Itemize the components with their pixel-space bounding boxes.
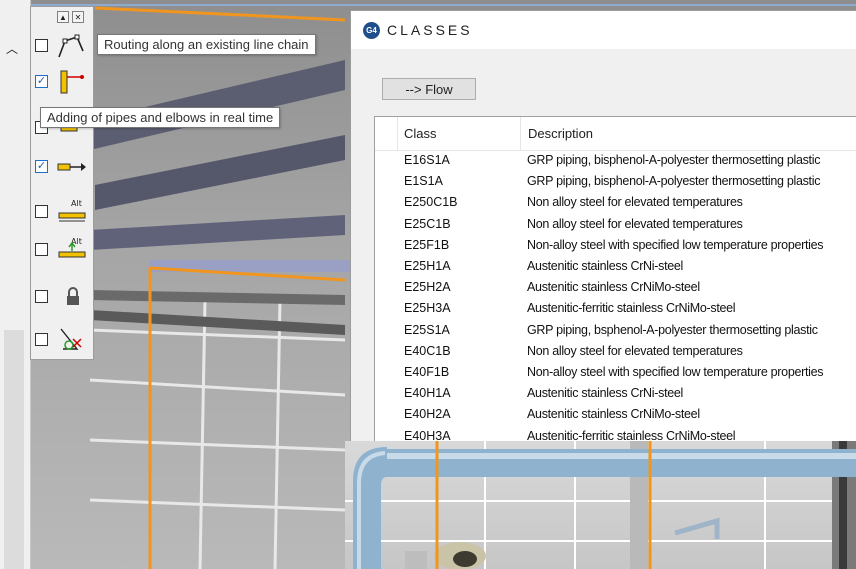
table-row[interactable]: E40F1B Non-alloy steel with specified low… <box>375 362 856 383</box>
cell-class: E40F1B <box>404 365 450 379</box>
tool-alt-pipe[interactable]: Alt <box>35 197 91 227</box>
alt-pipe-up-icon: Alt <box>58 237 86 258</box>
polyline-route-icon <box>58 34 84 58</box>
list-header: Class Description <box>375 117 856 151</box>
cell-class: E25F1B <box>404 237 450 252</box>
classes-dialog: G4 CLASSES --> Flow Class Description E1… <box>350 10 856 444</box>
pipe-arrow-icon <box>57 163 86 171</box>
tool-alt-pipe-up[interactable]: Alt <box>35 235 91 265</box>
table-row[interactable]: E40H2A Austenitic stainless CrNiMo-steel <box>375 404 856 425</box>
table-row[interactable]: E25C1B Non alloy steel for elevated tempe… <box>375 214 856 235</box>
pipe-scene-graphic <box>345 441 856 569</box>
dialog-title: CLASSES <box>387 22 473 38</box>
table-row[interactable]: E25H1A Austenitic stainless CrNi-steel <box>375 256 856 277</box>
tool-checkbox[interactable] <box>35 243 48 256</box>
cell-class: E25H3A <box>404 301 451 316</box>
3d-pipe-scene[interactable] <box>345 441 856 569</box>
header-separator <box>397 117 398 150</box>
toolbox-collapse-button[interactable]: ▲ <box>57 11 69 23</box>
header-separator[interactable] <box>520 117 521 150</box>
toolbox-close-button[interactable]: ✕ <box>72 11 84 23</box>
table-row[interactable]: E16S1A GRP piping, bisphenol-A-polyester … <box>375 150 856 171</box>
table-row[interactable]: E25H3A Austenitic-ferritic stainless CrNi… <box>375 298 856 319</box>
cell-class: E25H2A <box>404 280 451 295</box>
tool-checkbox-checked[interactable]: ✓ <box>35 160 48 173</box>
flow-button[interactable]: --> Flow <box>382 78 476 100</box>
angle-tool-icon <box>60 328 82 350</box>
tool-checkbox[interactable] <box>35 333 48 346</box>
cell-description: Non alloy steel for elevated temperature… <box>527 343 743 358</box>
dialog-titlebar[interactable]: G4 CLASSES <box>351 11 856 49</box>
cell-description: Non alloy steel for elevated temperature… <box>527 195 743 210</box>
cell-description: Non-alloy steel with specified low tempe… <box>527 365 824 379</box>
table-row[interactable]: E25F1B Non-alloy steel with specified low… <box>375 235 856 256</box>
cell-description: Austenitic stainless CrNi-steel <box>527 259 684 273</box>
tooltip-routing: Routing along an existing line chain <box>97 34 316 55</box>
tool-lock[interactable] <box>35 282 91 312</box>
pipe-elbow-icon <box>60 70 84 94</box>
cell-class: E1S1A <box>404 174 443 189</box>
column-header-class[interactable]: Class <box>404 126 437 141</box>
scroll-up-arrow-icon[interactable]: ︿ <box>6 40 18 57</box>
app-logo-icon: G4 <box>363 22 380 39</box>
column-header-description[interactable]: Description <box>528 126 593 141</box>
table-row[interactable]: E250C1B Non alloy steel for elevated temp… <box>375 192 856 213</box>
cell-class: E40C1B <box>404 343 451 358</box>
cell-class: E250C1B <box>404 195 458 210</box>
cell-class: E25H1A <box>404 259 451 273</box>
tool-pipe-arrow[interactable]: ✓ <box>35 152 91 182</box>
tool-angle[interactable] <box>35 325 91 355</box>
cell-description: Austenitic stainless CrNiMo-steel <box>527 407 700 422</box>
table-row[interactable]: E40C1B Non alloy steel for elevated tempe… <box>375 341 856 362</box>
table-row[interactable]: E25H2A Austenitic stainless CrNiMo-steel <box>375 277 856 298</box>
alt-badge: Alt <box>71 199 82 208</box>
tool-add-pipes-elbows[interactable]: ✓ <box>35 67 91 97</box>
table-row[interactable]: E25S1A GRP piping, bsphenol-A-polyester t… <box>375 320 856 341</box>
tool-checkbox[interactable] <box>35 205 48 218</box>
cell-description: GRP piping, bisphenol-A-polyester thermo… <box>527 153 821 167</box>
tool-routing-line-chain[interactable] <box>35 31 91 61</box>
cell-description: Non-alloy steel with specified low tempe… <box>527 237 824 252</box>
side-scrollbar[interactable] <box>4 330 24 569</box>
cell-description: Austenitic stainless CrNi-steel <box>527 386 684 401</box>
cell-description: Non alloy steel for elevated temperature… <box>527 216 743 231</box>
cell-description: GRP piping, bsphenol-A-polyester thermos… <box>527 322 818 337</box>
cell-class: E25S1A <box>404 322 450 337</box>
table-row[interactable]: E40H1A Austenitic stainless CrNi-steel <box>375 383 856 404</box>
cell-description: GRP piping, bisphenol-A-polyester thermo… <box>527 174 821 189</box>
alt-pipe-icon: Alt <box>58 199 86 222</box>
tooltip-adding-pipes: Adding of pipes and elbows in real time <box>40 107 281 128</box>
classes-list[interactable]: Class Description E16S1A GRP piping, bisp… <box>374 116 856 444</box>
table-row[interactable]: E1S1A GRP piping, bisphenol-A-polyester t… <box>375 171 856 192</box>
left-side-panel: ︿ <box>0 0 31 569</box>
cell-description: Austenitic stainless CrNiMo-steel <box>527 280 700 295</box>
cell-class: E25C1B <box>404 216 451 231</box>
cell-class: E40H1A <box>404 386 451 401</box>
routing-toolbox: ▲ ✕ ✓ ✓ Alt Alt <box>30 6 94 360</box>
tool-checkbox-checked[interactable]: ✓ <box>35 75 48 88</box>
cell-class: E16S1A <box>404 153 450 167</box>
cell-description: Austenitic-ferritic stainless CrNiMo-ste… <box>527 301 736 316</box>
cell-class: E40H2A <box>404 407 451 422</box>
tool-checkbox[interactable] <box>35 39 48 52</box>
tool-checkbox[interactable] <box>35 290 48 303</box>
lock-icon <box>67 287 79 305</box>
